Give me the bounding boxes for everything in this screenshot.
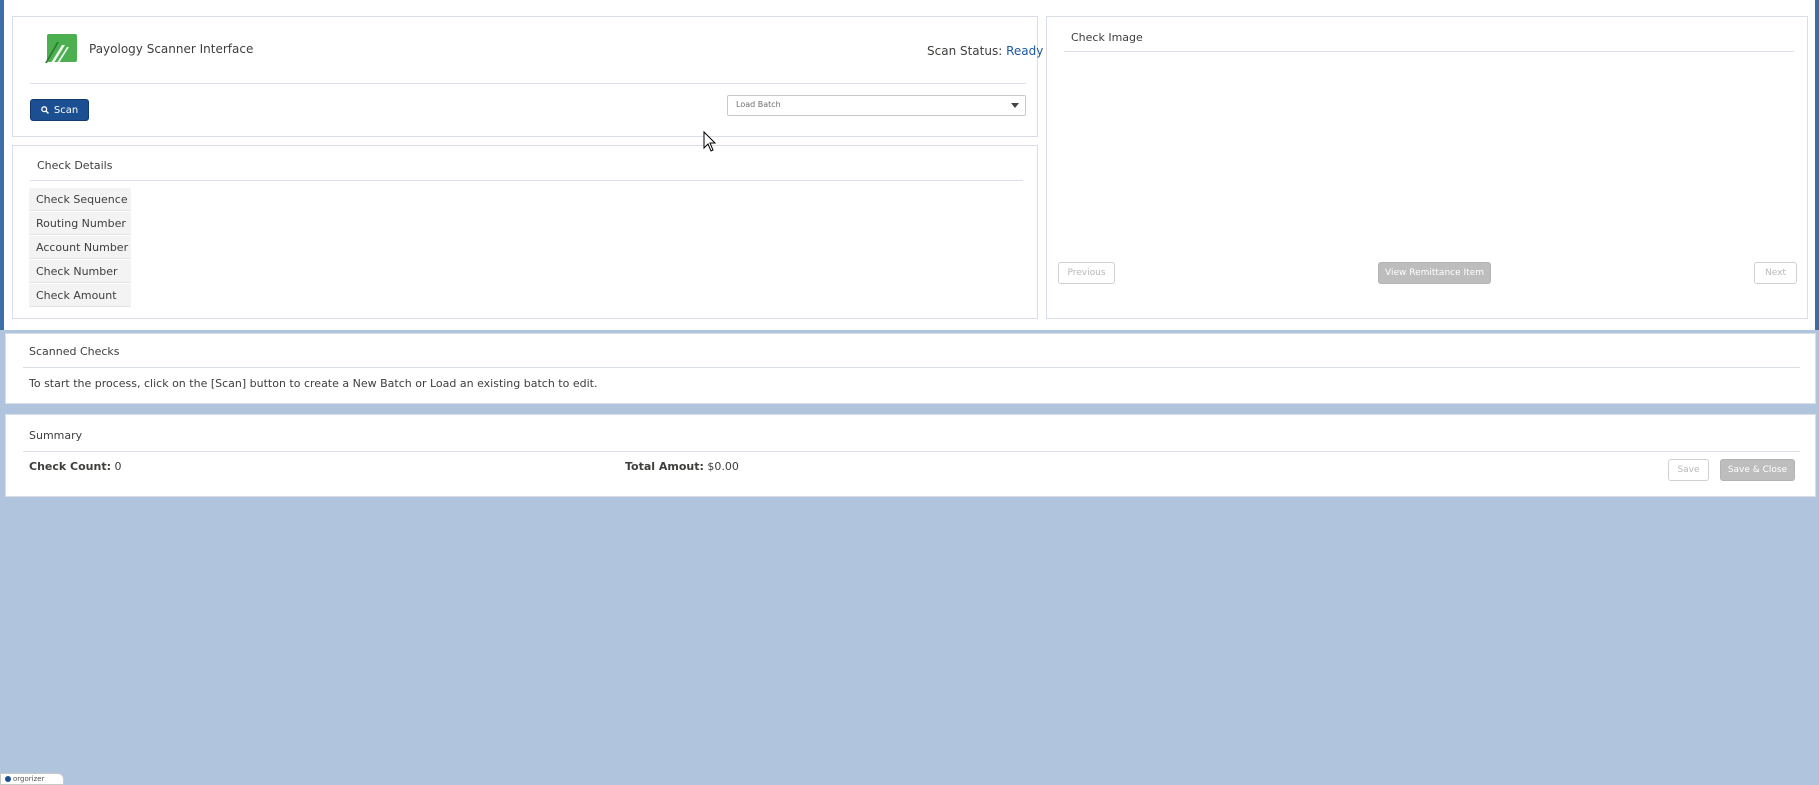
scan-button[interactable]: Scan <box>30 99 89 121</box>
scanned-checks-title: Scanned Checks <box>29 345 120 358</box>
right-edge-strip <box>1815 0 1819 330</box>
total-amount-label: Total Amout: <box>625 460 704 473</box>
check-details-panel <box>12 145 1038 319</box>
total-amount: Total Amout: $0.00 <box>625 460 739 473</box>
save-button[interactable]: Save <box>1668 459 1709 481</box>
header-panel <box>12 16 1038 137</box>
scan-status: Scan Status: Ready <box>927 44 1043 58</box>
mouse-cursor-icon <box>703 131 717 152</box>
detail-row-check-sequence: Check Sequence <box>29 188 131 211</box>
orgorizer-logo-icon <box>5 776 11 782</box>
header-divider <box>30 83 1026 84</box>
load-batch-placeholder: Load Batch <box>736 100 781 109</box>
total-amount-value: $0.00 <box>707 460 739 473</box>
summary-title: Summary <box>29 429 83 442</box>
summary-panel <box>5 414 1816 497</box>
payology-logo-icon <box>45 34 77 66</box>
check-count-value: 0 <box>114 460 122 473</box>
next-button[interactable]: Next <box>1754 262 1797 284</box>
check-details-divider <box>30 180 1023 181</box>
previous-button[interactable]: Previous <box>1058 262 1115 284</box>
check-details-title: Check Details <box>37 159 113 172</box>
check-count-label: Check Count: <box>29 460 111 473</box>
summary-divider <box>23 451 1800 452</box>
check-image-title: Check Image <box>1071 31 1143 44</box>
orgorizer-badge-text: orgorizer <box>13 775 45 783</box>
save-and-close-button[interactable]: Save & Close <box>1720 459 1795 481</box>
detail-row-check-number: Check Number <box>29 260 131 283</box>
detail-row-check-amount: Check Amount <box>29 284 131 307</box>
detail-row-routing-number: Routing Number <box>29 212 131 235</box>
scan-status-value: Ready <box>1006 44 1044 58</box>
scanned-checks-divider <box>23 367 1800 368</box>
chevron-down-icon <box>1011 103 1019 108</box>
view-remittance-item-button[interactable]: View Remittance Item <box>1378 262 1491 284</box>
check-image-divider <box>1064 51 1794 52</box>
orgorizer-badge[interactable]: orgorizer <box>0 773 64 785</box>
search-icon <box>41 106 49 114</box>
scanned-checks-panel <box>5 333 1816 404</box>
check-count: Check Count: 0 <box>29 460 121 473</box>
scanned-checks-message: To start the process, click on the [Scan… <box>29 377 598 390</box>
scan-button-label: Scan <box>53 104 79 116</box>
load-batch-select[interactable]: Load Batch <box>727 95 1026 116</box>
detail-row-account-number: Account Number <box>29 236 131 259</box>
scan-status-label: Scan Status: <box>927 44 1003 58</box>
app-title: Payology Scanner Interface <box>89 42 254 56</box>
